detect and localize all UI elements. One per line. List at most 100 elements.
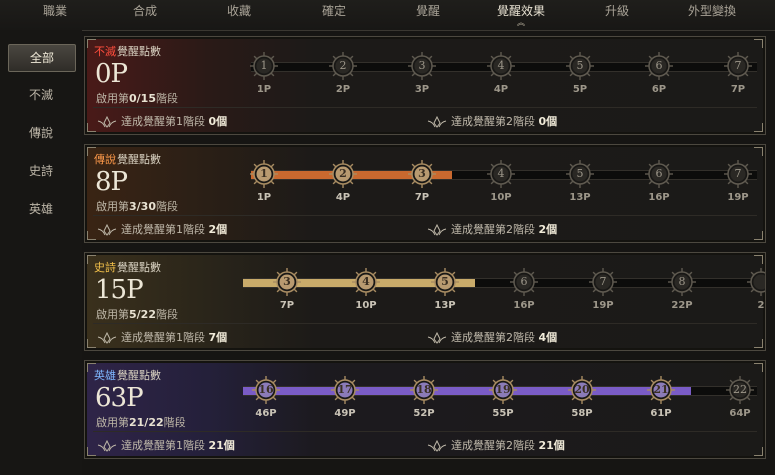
corner-ornament (754, 123, 763, 132)
corner-ornament (87, 123, 96, 132)
achievement-ach2: 達成覺醒第2階段 21個 (427, 437, 565, 453)
awakening-node-icon[interactable]: 6 (644, 159, 674, 189)
awakening-panel-epi: 史詩覺醒點數 15P 啟用第5/22階段 3 7P 4 10P 5 13P 6 16P 71… (84, 252, 766, 351)
awakening-node-icon[interactable]: 7 (723, 159, 753, 189)
awakening-node-icon[interactable]: 7 (723, 51, 753, 81)
tab-7[interactable]: 外型變換 (688, 0, 736, 28)
tab-label: 確定 (321, 4, 347, 18)
sidebar-item-1[interactable]: 不滅 (8, 82, 74, 108)
sidebar-item-4[interactable]: 英雄 (8, 196, 74, 222)
stage-prefix: 啟用第 (96, 416, 129, 429)
tab-2[interactable]: 收藏 (227, 0, 251, 28)
node-number: 7 (734, 167, 742, 180)
achievement-ach1: 達成覺醒第1階段 2個 (97, 221, 227, 237)
corner-ornament (754, 339, 763, 348)
corner-ornament (754, 231, 763, 240)
node-points-label: 1P (256, 84, 272, 95)
node-number: 3 (418, 167, 426, 180)
sidebar-item-2[interactable]: 傳說 (8, 120, 74, 146)
top-tab-bar: 職業 合成 收藏 確定 覺醒 覺醒效果 ︽ 升級 外型變換 (0, 0, 775, 31)
node-number: 22 (733, 383, 747, 396)
panel-title: 傳說覺醒點數 (94, 151, 161, 167)
node-number: 4 (362, 275, 370, 288)
awakening-node-icon[interactable]: 5 (565, 51, 595, 81)
awakening-node-icon[interactable]: 21 (646, 375, 676, 405)
tab-5[interactable]: 覺醒效果 ︽ (497, 0, 545, 28)
awakening-node-icon[interactable]: 3 (407, 159, 437, 189)
progress-fill (243, 387, 691, 395)
achievement-label: 達成覺醒第1階段 (121, 223, 205, 236)
awakening-node-icon[interactable]: 4 (486, 51, 516, 81)
node-points-label: 6P (651, 84, 667, 95)
achievement-count: 21個 (538, 439, 565, 452)
tab-1[interactable]: 合成 (133, 0, 157, 28)
grade-label: 傳說 (94, 153, 116, 166)
node-points-label: 19P (592, 300, 614, 311)
awakening-node-icon[interactable]: 2 (328, 51, 358, 81)
node-number: 5 (576, 167, 584, 180)
sidebar-item-0[interactable]: 全部 (8, 44, 76, 72)
stage-prefix: 啟用第 (96, 92, 129, 105)
tab-label: 升級 (604, 4, 630, 18)
node-points-label: 2P (335, 84, 351, 95)
awakening-node-icon[interactable]: 3 (407, 51, 437, 81)
tab-3[interactable]: 確定 (322, 0, 346, 28)
tab-label: 收藏 (226, 4, 252, 18)
active-stage: 啟用第21/22階段 (96, 414, 186, 430)
active-stage: 啟用第3/30階段 (96, 198, 178, 214)
awakening-node-icon[interactable]: 7 (588, 267, 618, 297)
node-points-label: 4P (493, 84, 509, 95)
awakening-node-icon[interactable]: 3 (272, 267, 302, 297)
achievement-count: 4個 (538, 331, 558, 344)
node-points-label: 58P (571, 408, 593, 419)
grade-label: 英雄 (94, 369, 116, 382)
achievement-ach2: 達成覺醒第2階段 4個 (427, 329, 557, 345)
active-stage: 啟用第0/15階段 (96, 90, 178, 106)
awakening-node-icon[interactable]: 18 (409, 375, 439, 405)
panel-title: 史詩覺醒點數 (94, 259, 161, 275)
panel-title: 英雄覺醒點數 (94, 367, 161, 383)
tab-label: 職業 (42, 4, 68, 18)
awakening-node-icon[interactable]: 17 (330, 375, 360, 405)
awakening-panel-imm: 不滅覺醒點數 0P 啟用第0/15階段 1 1P 2 2P 3 3P 4 4P 5 5P 66… (84, 36, 766, 135)
node-number: 3 (283, 275, 291, 288)
awakening-node-icon[interactable]: 4 (486, 159, 516, 189)
stage-value: 5/22 (129, 308, 156, 321)
awakening-node-icon[interactable]: 5 (565, 159, 595, 189)
awakening-node-icon[interactable]: 20 (567, 375, 597, 405)
node-points-label: 7P (279, 300, 295, 311)
node-points-label: 13P (434, 300, 456, 311)
awakening-node-icon[interactable]: 22 (725, 375, 755, 405)
sidebar-item-3[interactable]: 史詩 (8, 158, 74, 184)
awakening-node-icon[interactable]: 1 (249, 51, 279, 81)
awakening-node-icon[interactable]: 4 (351, 267, 381, 297)
node-points-label: 19P (727, 192, 749, 203)
grade-label: 不滅 (94, 45, 116, 58)
awakening-node-icon[interactable]: 1 (249, 159, 279, 189)
tab-4[interactable]: 覺醒 (416, 0, 440, 28)
awakening-node-icon[interactable]: 19 (488, 375, 518, 405)
node-number: 2 (339, 167, 347, 180)
awakening-node-icon[interactable]: 6 (644, 51, 674, 81)
node-number: 1 (260, 59, 268, 72)
achievement-ach2: 達成覺醒第2階段 2個 (427, 221, 557, 237)
awakening-node-icon[interactable]: 2 (328, 159, 358, 189)
awakening-node-icon[interactable]: 16 (251, 375, 281, 405)
divider (93, 431, 757, 432)
node-points-label: 3P (414, 84, 430, 95)
stage-value: 0/15 (129, 92, 156, 105)
awakening-node-icon[interactable]: 5 (430, 267, 460, 297)
node-number: 1 (260, 167, 268, 180)
achievement-label: 達成覺醒第2階段 (451, 331, 535, 344)
awakening-node-icon[interactable] (746, 267, 765, 297)
stage-prefix: 啟用第 (96, 308, 129, 321)
awakening-node-icon[interactable]: 8 (667, 267, 697, 297)
tab-6[interactable]: 升級 (605, 0, 629, 28)
awakening-node-icon[interactable]: 6 (509, 267, 539, 297)
node-number: 8 (678, 275, 686, 288)
tab-0[interactable]: 職業 (43, 0, 67, 28)
node-points-label: 13P (569, 192, 591, 203)
node-number: 20 (574, 383, 590, 396)
achievement-label: 達成覺醒第1階段 (121, 115, 205, 128)
awakening-points: 15P (95, 275, 144, 305)
